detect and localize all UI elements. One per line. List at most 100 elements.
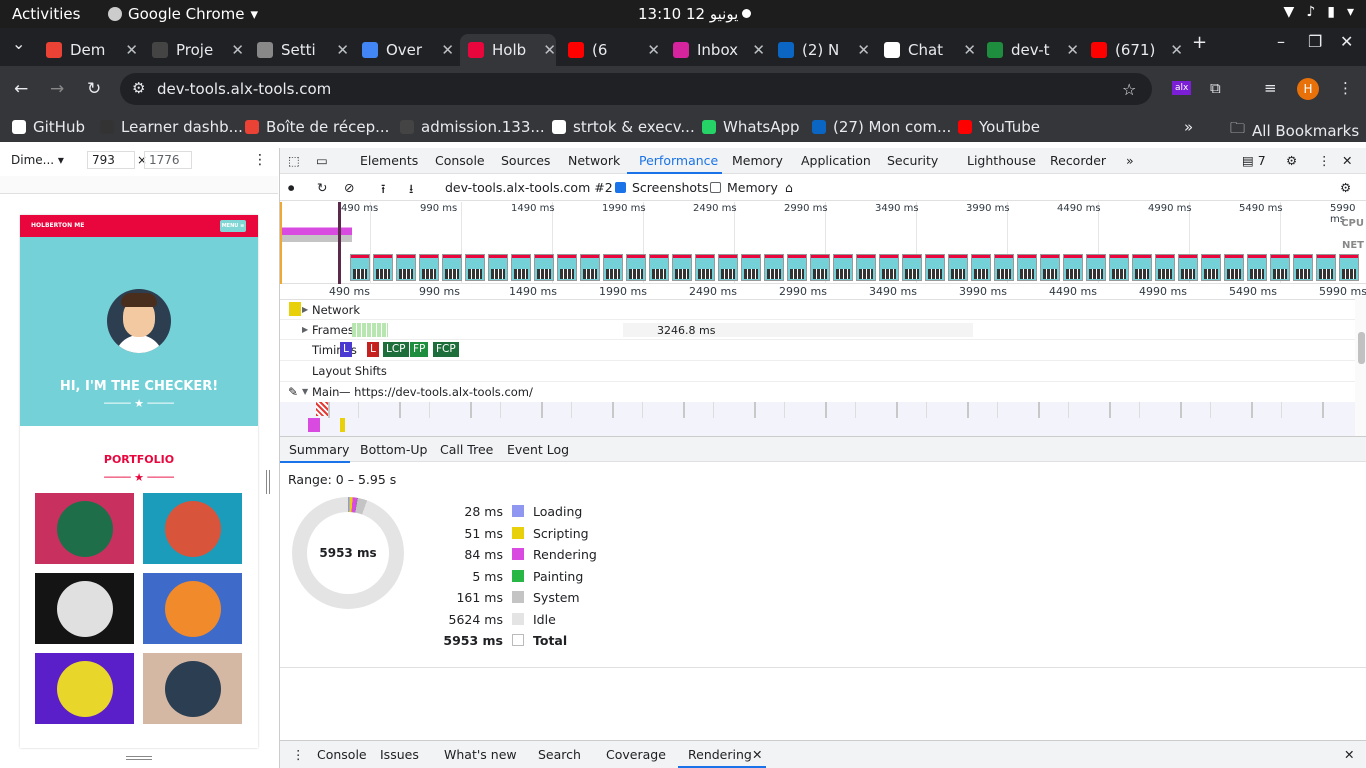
profile-avatar[interactable]: H xyxy=(1297,78,1319,100)
flame-chart-scrollbar[interactable] xyxy=(1355,296,1366,436)
portfolio-item-cake[interactable] xyxy=(143,493,242,564)
timeline-overview[interactable]: 490 ms 990 ms 1490 ms 1990 ms 2490 ms 2990 ms… xyxy=(280,202,1366,284)
portfolio-item-circus[interactable] xyxy=(35,573,134,644)
tab-summary[interactable]: Summary xyxy=(289,442,349,457)
close-drawer-icon[interactable]: ✕ xyxy=(1344,747,1354,762)
screenshot-thumbnail[interactable] xyxy=(396,254,416,281)
tab-application[interactable]: Application xyxy=(801,153,871,168)
network-track[interactable]: ▶ Network xyxy=(280,300,1355,320)
bookmark-item[interactable]: Boîte de récep... xyxy=(245,118,389,136)
resize-handle-bottom[interactable] xyxy=(126,756,152,760)
portfolio-item-safe[interactable] xyxy=(35,653,134,724)
timings-track[interactable]: Timings L L LCP FP FCP xyxy=(280,340,1355,361)
more-tabs-icon[interactable]: » xyxy=(1126,153,1134,168)
tab-close-icon[interactable]: ✕ xyxy=(125,41,138,59)
screenshot-thumbnail[interactable] xyxy=(925,254,945,281)
screenshot-thumbnail[interactable] xyxy=(1086,254,1106,281)
tab-close-icon[interactable]: ✕ xyxy=(963,41,976,59)
expand-triangle-icon[interactable]: ▶ xyxy=(302,305,308,314)
screenshot-thumbnail[interactable] xyxy=(856,254,876,281)
portfolio-item-submarine[interactable] xyxy=(143,653,242,724)
frames-track[interactable]: ▶ Frames 3246.8 ms xyxy=(280,320,1355,340)
site-brand[interactable]: HOLBERTON ME xyxy=(31,222,84,229)
chrome-menu-icon[interactable]: ⋮ xyxy=(1338,79,1353,97)
screenshot-thumbnail[interactable] xyxy=(1109,254,1129,281)
screenshot-thumbnail[interactable] xyxy=(603,254,623,281)
recording-select[interactable]: dev-tools.alx-tools.com #2 ▾ xyxy=(445,180,623,195)
tab-close-icon[interactable]: ✕ xyxy=(857,41,870,59)
browser-tab[interactable]: dev-t ✕ xyxy=(979,34,1079,66)
screenshot-thumbnail[interactable] xyxy=(1270,254,1290,281)
close-devtools-icon[interactable]: ✕ xyxy=(1342,153,1352,168)
bookmark-item[interactable]: YouTube xyxy=(958,118,1040,136)
device-toggle-icon[interactable]: ▭ xyxy=(316,153,328,168)
maximize-button[interactable]: ❐ xyxy=(1308,32,1322,51)
screenshot-thumbnail[interactable] xyxy=(1063,254,1083,281)
expand-triangle-icon[interactable]: ▶ xyxy=(302,325,308,334)
drawer-tab-console[interactable]: Console xyxy=(317,747,367,762)
device-width-input[interactable]: 793 xyxy=(87,151,135,169)
timing-marker[interactable]: FP xyxy=(410,342,429,357)
main-thread-header[interactable]: ✎ ▼ Main — https://dev-tools.alx-tools.c… xyxy=(280,382,1355,402)
screenshot-thumbnail[interactable] xyxy=(787,254,807,281)
bookmark-item[interactable]: (27) Mon com... xyxy=(812,118,951,136)
screenshot-thumbnail[interactable] xyxy=(1316,254,1336,281)
reload-record-icon[interactable]: ↻ xyxy=(317,180,327,195)
tab-recorder[interactable]: Recorder xyxy=(1050,153,1106,168)
tab-close-icon[interactable]: ✕ xyxy=(441,41,454,59)
browser-tab[interactable]: (2) N ✕ xyxy=(770,34,870,66)
close-window-button[interactable]: ✕ xyxy=(1340,32,1353,51)
screenshot-thumbnail[interactable] xyxy=(902,254,922,281)
bookmark-item[interactable]: WhatsApp xyxy=(702,118,800,136)
tab-network[interactable]: Network xyxy=(568,153,620,168)
minimize-button[interactable]: – xyxy=(1277,32,1285,51)
tab-bottom-up[interactable]: Bottom-Up xyxy=(360,442,427,457)
screenshot-thumbnail[interactable] xyxy=(534,254,554,281)
extensions-icon[interactable]: ⧉ xyxy=(1210,79,1221,97)
screenshot-thumbnail[interactable] xyxy=(442,254,462,281)
tab-console[interactable]: Console xyxy=(435,153,485,168)
screenshot-thumbnail[interactable] xyxy=(580,254,600,281)
bookmark-item[interactable]: Learner dashb... xyxy=(100,118,243,136)
screenshot-thumbnail[interactable] xyxy=(695,254,715,281)
screenshot-thumbnail[interactable] xyxy=(833,254,853,281)
reload-icon[interactable]: ↻ xyxy=(87,79,101,99)
tab-close-icon[interactable]: ✕ xyxy=(1170,41,1183,59)
garbage-collect-icon[interactable]: ⌂ xyxy=(785,180,793,195)
edit-pencil-icon[interactable]: ✎ xyxy=(288,385,298,399)
drawer-tab-close-icon[interactable]: ✕ xyxy=(752,747,762,762)
screenshot-thumbnail[interactable] xyxy=(810,254,830,281)
browser-tab[interactable]: Dem ✕ xyxy=(38,34,138,66)
screenshot-thumbnail[interactable] xyxy=(350,254,370,281)
selection-handle-marker[interactable] xyxy=(338,202,341,284)
bookmark-item[interactable]: strtok & execv... xyxy=(552,118,695,136)
clock[interactable]: يونيو 12 13:10 xyxy=(638,5,738,23)
upload-icon[interactable]: ⭱ xyxy=(381,180,385,201)
browser-tab[interactable]: Proje ✕ xyxy=(144,34,244,66)
frame-bar-green[interactable] xyxy=(352,323,388,337)
timing-marker[interactable]: FCP xyxy=(433,342,459,357)
browser-tab[interactable]: (6 ✕ xyxy=(560,34,660,66)
portfolio-item-cabin[interactable] xyxy=(35,493,134,564)
screenshot-thumbnail[interactable] xyxy=(1201,254,1221,281)
tab-close-icon[interactable]: ✕ xyxy=(1066,41,1079,59)
tab-call-tree[interactable]: Call Tree xyxy=(440,442,493,457)
address-bar[interactable]: ⚙ dev-tools.alx-tools.com xyxy=(120,73,1152,105)
tab-close-icon[interactable]: ✕ xyxy=(752,41,765,59)
alx-extension-icon[interactable]: alx xyxy=(1172,81,1192,95)
tab-close-icon[interactable]: ✕ xyxy=(231,41,244,59)
tab-performance[interactable]: Performance xyxy=(639,153,718,168)
screenshot-thumbnail[interactable] xyxy=(1224,254,1244,281)
devtools-menu-icon[interactable]: ⋮ xyxy=(1318,153,1331,168)
bookmark-item[interactable]: admission.133... xyxy=(400,118,545,136)
timing-marker[interactable]: L xyxy=(340,342,352,357)
portfolio-item-game[interactable] xyxy=(143,573,242,644)
screenshot-thumbnail[interactable] xyxy=(1017,254,1037,281)
screenshot-thumbnail[interactable] xyxy=(557,254,577,281)
drawer-tab-issues[interactable]: Issues xyxy=(380,747,419,762)
browser-tab[interactable]: Inbox ✕ xyxy=(665,34,765,66)
selection-handle-left[interactable] xyxy=(280,202,282,284)
resize-handle-right[interactable] xyxy=(266,470,270,494)
inspect-element-icon[interactable]: ⬚ xyxy=(288,153,300,168)
activities-button[interactable]: Activities xyxy=(12,5,80,23)
